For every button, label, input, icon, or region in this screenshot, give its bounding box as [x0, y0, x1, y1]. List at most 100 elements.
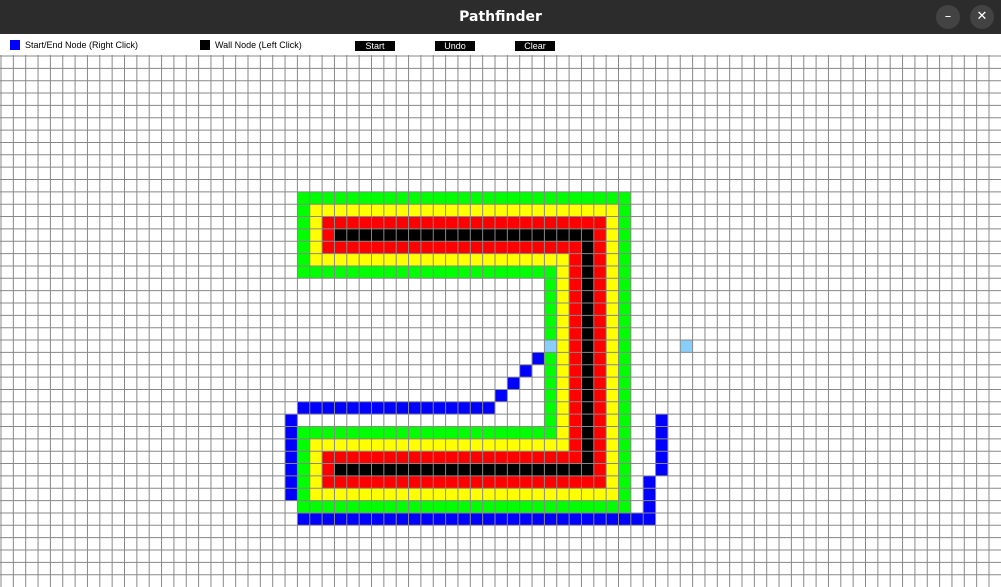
wall-cell[interactable] — [371, 463, 384, 476]
yellow-cell[interactable] — [532, 438, 545, 452]
wall-cell[interactable] — [371, 228, 384, 242]
green-cell[interactable] — [322, 191, 335, 205]
red-cell[interactable] — [532, 216, 545, 229]
wall-cell[interactable] — [445, 463, 458, 476]
wall-cell[interactable] — [581, 426, 594, 439]
green-cell[interactable] — [544, 414, 557, 427]
green-cell[interactable] — [371, 500, 384, 513]
yellow-cell[interactable] — [383, 488, 397, 501]
yellow-cell[interactable] — [532, 204, 545, 217]
green-cell[interactable] — [445, 265, 458, 279]
red-cell[interactable] — [383, 241, 397, 254]
yellow-cell[interactable] — [396, 204, 409, 217]
green-cell[interactable] — [544, 500, 557, 513]
green-cell[interactable] — [618, 265, 631, 279]
green-cell[interactable] — [457, 265, 471, 279]
yellow-cell[interactable] — [309, 488, 323, 501]
red-cell[interactable] — [408, 451, 421, 464]
yellow-cell[interactable] — [606, 228, 619, 242]
red-cell[interactable] — [593, 241, 607, 254]
red-cell[interactable] — [445, 241, 458, 254]
yellow-cell[interactable] — [383, 253, 397, 266]
yellow-cell[interactable] — [433, 204, 446, 217]
path-cell[interactable] — [507, 377, 520, 390]
red-cell[interactable] — [569, 303, 582, 316]
yellow-cell[interactable] — [470, 488, 483, 501]
path-cell[interactable] — [383, 401, 397, 415]
path-cell[interactable] — [408, 512, 421, 526]
green-cell[interactable] — [433, 426, 446, 439]
wall-cell[interactable] — [532, 228, 545, 242]
green-cell[interactable] — [433, 265, 446, 279]
yellow-cell[interactable] — [420, 438, 434, 452]
yellow-cell[interactable] — [606, 414, 619, 427]
green-cell[interactable] — [297, 500, 310, 513]
yellow-cell[interactable] — [556, 364, 570, 378]
yellow-cell[interactable] — [309, 204, 323, 217]
red-cell[interactable] — [445, 451, 458, 464]
wall-cell[interactable] — [420, 463, 434, 476]
green-cell[interactable] — [297, 265, 310, 279]
wall-cell[interactable] — [581, 463, 594, 476]
red-cell[interactable] — [569, 340, 582, 353]
path-cell[interactable] — [470, 512, 483, 526]
green-cell[interactable] — [297, 463, 310, 476]
path-cell[interactable] — [285, 475, 298, 489]
red-cell[interactable] — [593, 278, 607, 291]
green-cell[interactable] — [309, 500, 323, 513]
red-cell[interactable] — [556, 241, 570, 254]
path-cell[interactable] — [470, 401, 483, 415]
red-cell[interactable] — [593, 414, 607, 427]
red-cell[interactable] — [507, 451, 520, 464]
red-cell[interactable] — [593, 290, 607, 303]
yellow-cell[interactable] — [556, 253, 570, 266]
green-cell[interactable] — [544, 327, 557, 341]
red-cell[interactable] — [334, 451, 347, 464]
yellow-cell[interactable] — [519, 488, 533, 501]
green-cell[interactable] — [470, 191, 483, 205]
red-cell[interactable] — [519, 451, 533, 464]
close-icon[interactable]: ✕ — [970, 5, 994, 29]
wall-cell[interactable] — [383, 463, 397, 476]
green-cell[interactable] — [445, 191, 458, 205]
yellow-cell[interactable] — [581, 204, 594, 217]
yellow-cell[interactable] — [556, 327, 570, 341]
green-cell[interactable] — [297, 451, 310, 464]
red-cell[interactable] — [532, 475, 545, 489]
green-cell[interactable] — [519, 500, 533, 513]
green-cell[interactable] — [346, 426, 360, 439]
path-cell[interactable] — [334, 512, 347, 526]
green-cell[interactable] — [618, 488, 631, 501]
yellow-cell[interactable] — [556, 401, 570, 415]
red-cell[interactable] — [334, 241, 347, 254]
red-cell[interactable] — [433, 241, 446, 254]
yellow-cell[interactable] — [334, 488, 347, 501]
clear-button[interactable]: Clear — [515, 41, 555, 51]
wall-cell[interactable] — [346, 228, 360, 242]
green-cell[interactable] — [482, 191, 495, 205]
wall-cell[interactable] — [581, 228, 594, 242]
yellow-cell[interactable] — [334, 204, 347, 217]
path-cell[interactable] — [297, 401, 310, 415]
green-cell[interactable] — [618, 253, 631, 266]
red-cell[interactable] — [346, 475, 360, 489]
red-cell[interactable] — [495, 216, 508, 229]
path-cell[interactable] — [581, 512, 594, 526]
path-cell[interactable] — [445, 512, 458, 526]
red-cell[interactable] — [396, 216, 409, 229]
yellow-cell[interactable] — [470, 438, 483, 452]
yellow-cell[interactable] — [544, 253, 557, 266]
path-cell[interactable] — [643, 488, 656, 501]
green-cell[interactable] — [532, 265, 545, 279]
yellow-cell[interactable] — [309, 463, 323, 476]
green-cell[interactable] — [544, 352, 557, 365]
yellow-cell[interactable] — [556, 352, 570, 365]
green-cell[interactable] — [457, 191, 471, 205]
path-cell[interactable] — [346, 512, 360, 526]
path-cell[interactable] — [593, 512, 607, 526]
yellow-cell[interactable] — [606, 377, 619, 390]
green-cell[interactable] — [618, 303, 631, 316]
yellow-cell[interactable] — [606, 426, 619, 439]
wall-cell[interactable] — [408, 463, 421, 476]
path-cell[interactable] — [420, 512, 434, 526]
